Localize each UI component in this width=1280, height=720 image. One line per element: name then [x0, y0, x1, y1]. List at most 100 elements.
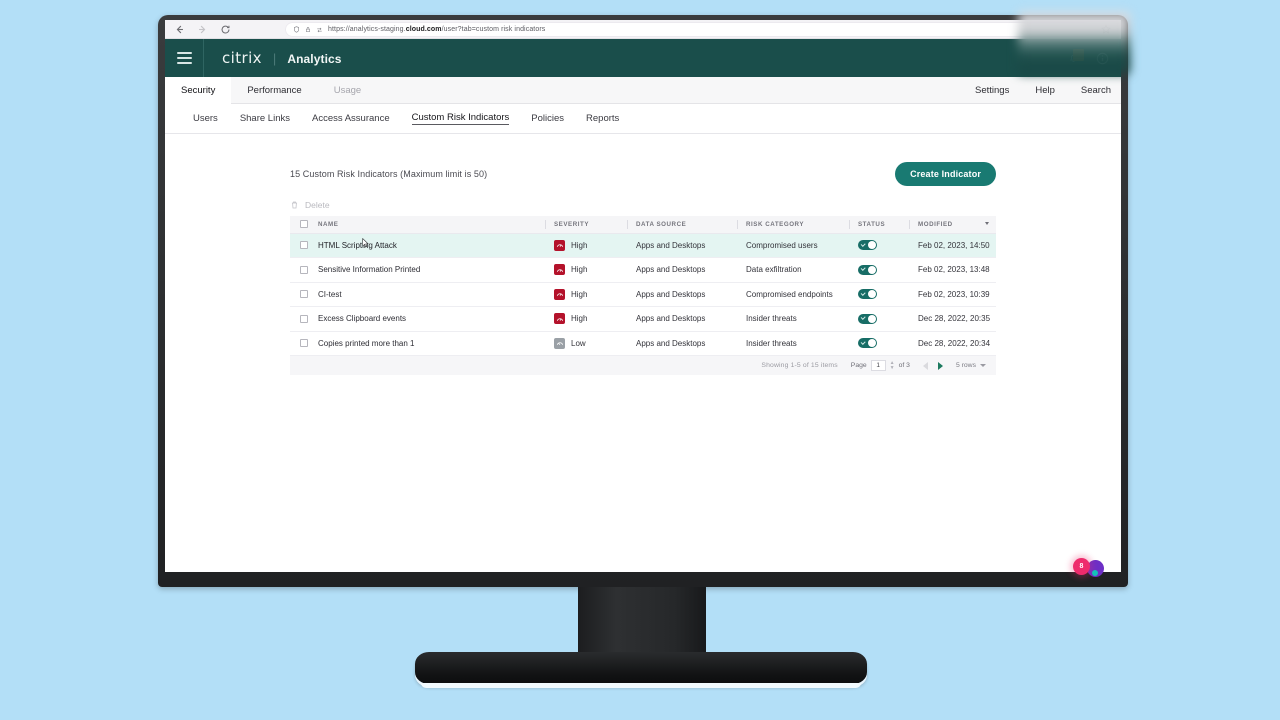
- table-body: HTML Scripting Attack High Apps and Desk…: [290, 233, 996, 356]
- column-header-modified[interactable]: MODIFIED: [910, 216, 996, 234]
- subtab-users[interactable]: Users: [193, 113, 218, 125]
- cell-severity: High: [546, 233, 628, 258]
- monitor-base: [415, 652, 867, 688]
- column-label-risk-category: RISK CATEGORY: [746, 220, 805, 228]
- cell-data-source: Apps and Desktops: [628, 282, 738, 307]
- cell-status: [850, 306, 910, 332]
- row-checkbox[interactable]: [300, 314, 308, 323]
- cell-severity: High: [546, 282, 628, 307]
- subtab-access-assurance[interactable]: Access Assurance: [312, 113, 390, 125]
- cell-name: CI-test: [310, 282, 546, 307]
- table-row[interactable]: Copies printed more than 1 Low Apps and …: [290, 331, 996, 356]
- page-stepper[interactable]: ▲ ▼: [890, 361, 895, 371]
- row-checkbox[interactable]: [300, 290, 308, 299]
- teal-dot-badge[interactable]: [1092, 570, 1098, 576]
- browser-toolbar: https://analytics-staging.cloud.com/user…: [165, 20, 1121, 39]
- severity-gauge-icon: [554, 337, 565, 349]
- help-link[interactable]: Help: [1035, 85, 1055, 96]
- reload-icon[interactable]: [220, 24, 231, 35]
- cell-severity: Low: [546, 331, 628, 356]
- severity-badge: High: [554, 313, 628, 325]
- cell-modified: Dec 28, 2022, 20:35: [910, 306, 996, 332]
- cell-name: Excess Clipboard events: [310, 306, 546, 332]
- row-checkbox[interactable]: [300, 265, 308, 274]
- forward-arrow-icon[interactable]: [197, 24, 208, 35]
- table-header-row: NAME SEVERITY DATA SOURCE RISK CATEGORY …: [290, 216, 996, 234]
- brand-separator: |: [272, 51, 277, 66]
- indicator-name-link[interactable]: Excess Clipboard events: [318, 314, 406, 323]
- pink-badge[interactable]: 8: [1073, 558, 1090, 575]
- address-bar[interactable]: https://analytics-staging.cloud.com/user…: [285, 22, 1091, 37]
- tab-security[interactable]: Security: [165, 77, 232, 104]
- cell-risk-category: Insider threats: [738, 331, 850, 356]
- row-select-cell: [290, 282, 310, 307]
- page-title: 15 Custom Risk Indicators (Maximum limit…: [290, 169, 488, 179]
- cell-data-source: Apps and Desktops: [628, 306, 738, 332]
- row-select-cell: [290, 233, 310, 258]
- severity-gauge-icon: [554, 239, 565, 251]
- status-toggle[interactable]: [858, 289, 877, 300]
- status-toggle[interactable]: [858, 264, 877, 275]
- hamburger-menu-icon[interactable]: [165, 39, 203, 77]
- severity-badge: Low: [554, 337, 628, 349]
- select-all-checkbox[interactable]: [300, 220, 308, 229]
- row-checkbox[interactable]: [300, 241, 308, 250]
- cell-name: HTML Scripting Attack: [310, 233, 546, 258]
- citrix-wordmark: citrix: [222, 49, 262, 67]
- subtab-reports[interactable]: Reports: [586, 113, 619, 125]
- cell-status: [850, 282, 910, 307]
- settings-link[interactable]: Settings: [975, 85, 1009, 96]
- page-number-input[interactable]: 1: [870, 360, 886, 371]
- cell-modified: Feb 02, 2023, 14:50: [910, 233, 996, 258]
- cell-risk-category: Data exfiltration: [738, 257, 850, 283]
- table-row[interactable]: Sensitive Information Printed High Apps …: [290, 257, 996, 283]
- row-select-cell: [290, 331, 310, 356]
- column-header-status[interactable]: STATUS: [850, 216, 910, 234]
- table-row[interactable]: CI-test High Apps and Desktops Compromis…: [290, 282, 996, 307]
- cell-modified: Dec 28, 2022, 20:34: [910, 331, 996, 356]
- severity-label: High: [571, 265, 588, 275]
- column-header-severity[interactable]: SEVERITY: [546, 216, 628, 234]
- stepper-down-icon[interactable]: ▼: [890, 366, 895, 371]
- cell-name: Sensitive Information Printed: [310, 257, 546, 283]
- cell-modified: Feb 02, 2023, 13:48: [910, 257, 996, 283]
- table-header: NAME SEVERITY DATA SOURCE RISK CATEGORY …: [290, 216, 996, 234]
- status-toggle[interactable]: [858, 240, 877, 251]
- row-checkbox[interactable]: [300, 339, 308, 348]
- subtab-share-links[interactable]: Share Links: [240, 113, 290, 125]
- rows-per-page-select[interactable]: 5 rows: [956, 362, 986, 369]
- column-menu-icon[interactable]: [985, 222, 989, 225]
- select-all-header: [290, 216, 310, 234]
- delete-action[interactable]: Delete: [290, 200, 996, 210]
- table-row[interactable]: Excess Clipboard events High Apps and De…: [290, 306, 996, 332]
- chevron-down-icon: [980, 364, 986, 367]
- indicator-name-link[interactable]: Copies printed more than 1: [318, 339, 415, 348]
- column-label-modified: MODIFIED: [918, 220, 953, 228]
- cell-status: [850, 331, 910, 356]
- subtab-custom-risk-indicators[interactable]: Custom Risk Indicators: [411, 112, 510, 125]
- column-header-risk-category[interactable]: RISK CATEGORY: [738, 216, 850, 234]
- next-page-icon[interactable]: [937, 361, 943, 370]
- table-row[interactable]: HTML Scripting Attack High Apps and Desk…: [290, 233, 996, 258]
- rows-per-page-label: 5 rows: [955, 362, 976, 369]
- search-link[interactable]: Search: [1081, 85, 1111, 96]
- column-label-name: NAME: [318, 220, 339, 228]
- lock-icon: [306, 27, 310, 33]
- status-toggle[interactable]: [858, 338, 877, 349]
- create-indicator-button[interactable]: Create Indicator: [895, 162, 996, 186]
- severity-gauge-icon: [554, 313, 565, 325]
- column-header-data-source[interactable]: DATA SOURCE: [628, 216, 738, 234]
- back-arrow-icon[interactable]: [174, 24, 185, 35]
- tab-performance[interactable]: Performance: [231, 77, 317, 103]
- cell-risk-category: Compromised users: [738, 233, 850, 258]
- previous-page-icon[interactable]: [922, 361, 928, 370]
- cell-name: Copies printed more than 1: [310, 331, 546, 356]
- indicator-name-link[interactable]: HTML Scripting Attack: [318, 241, 397, 250]
- indicator-name-link[interactable]: Sensitive Information Printed: [318, 265, 420, 274]
- tab-usage[interactable]: Usage: [318, 77, 377, 103]
- indicator-name-link[interactable]: CI-test: [318, 290, 342, 299]
- status-toggle[interactable]: [858, 313, 877, 324]
- severity-gauge-icon: [554, 264, 565, 276]
- column-header-name[interactable]: NAME: [310, 216, 546, 234]
- subtab-policies[interactable]: Policies: [531, 113, 564, 125]
